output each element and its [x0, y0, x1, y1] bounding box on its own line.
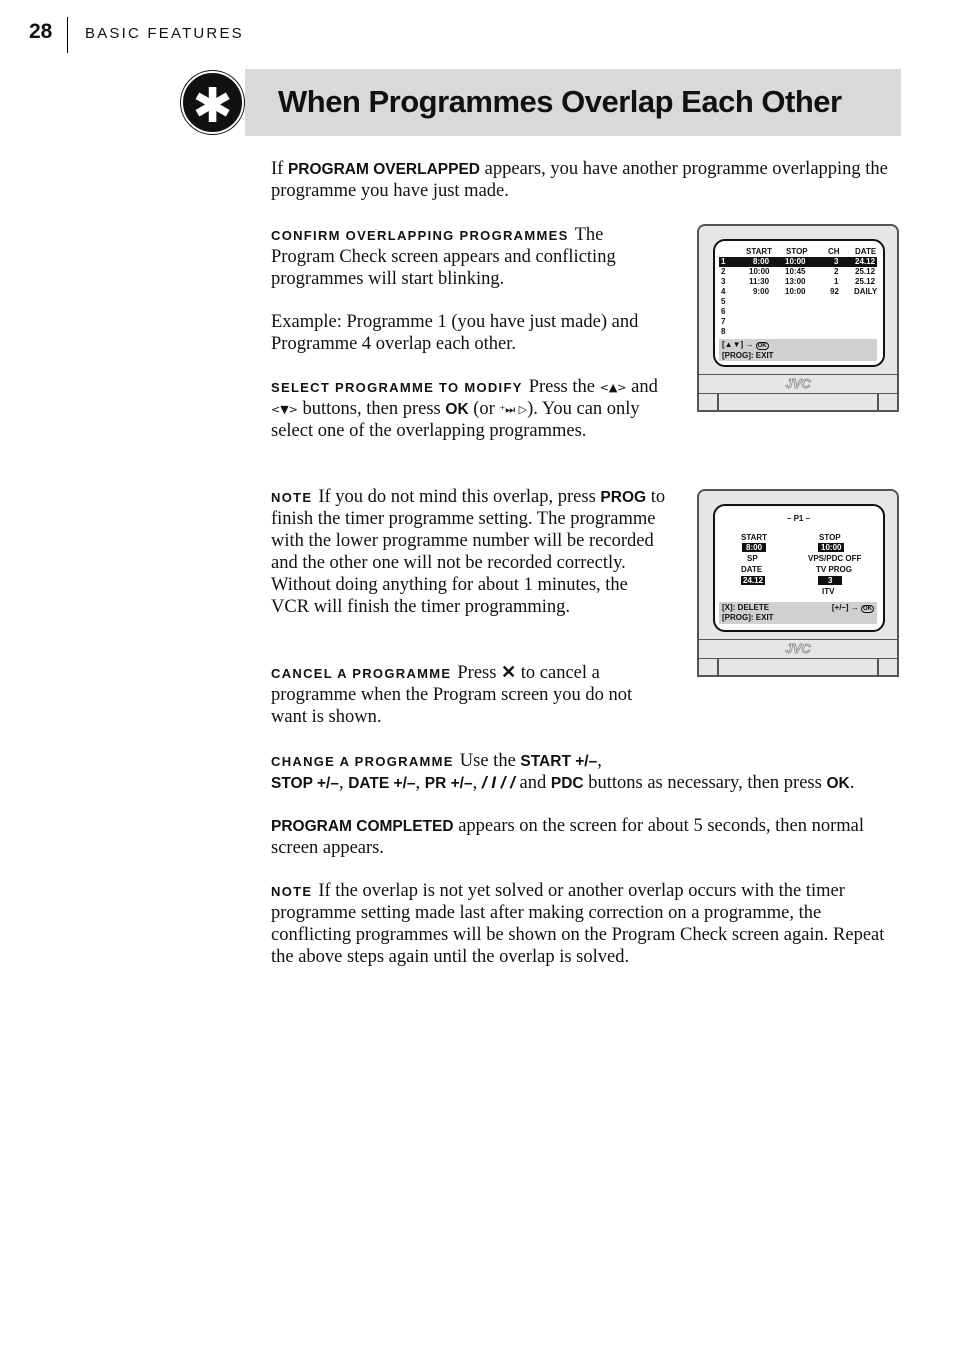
cancel-x-icon: ✕	[501, 662, 517, 682]
program-row-3: 3 11:30 13:00 1 25.12	[721, 277, 876, 286]
program-row-1: 1 8:00 10:00 3 24.12	[719, 257, 877, 267]
program-row-2: 2 10:00 10:45 2 25.12	[721, 267, 876, 276]
change-paragraph: CHANGE A PROGRAMME Use the START +/–, STOP…	[271, 751, 855, 793]
page-title: When Programmes Overlap Each Other	[278, 84, 842, 119]
up-button-icon: <▲>	[599, 381, 627, 394]
note1-paragraph: NOTE If you do not mind this overlap, pre…	[271, 487, 666, 617]
plus-skip-icon: ⁺⏭ ▷	[499, 403, 528, 416]
tv-screen: START STOP CH DATE 1 8:00 10:00 3 24.12 2 10:00 1…	[713, 239, 885, 367]
jvc-logo: JVC	[699, 639, 897, 659]
select-paragraph: SELECT PROGRAMME TO MODIFY Press the <▲> …	[271, 377, 658, 441]
intro-paragraph: If PROGRAM OVERLAPPED appears, you have …	[271, 159, 888, 201]
down-button-icon: <▼>	[271, 403, 298, 416]
asterisk-icon: ✱	[181, 71, 244, 134]
note2-paragraph: NOTE If the overlap is not yet solved or …	[271, 881, 885, 967]
cancel-paragraph: CANCEL A PROGRAMME Press ✕ to cancel a pr…	[271, 662, 633, 727]
confirm-paragraph: CONFIRM OVERLAPPING PROGRAMMES The Progra…	[271, 225, 616, 289]
program-edit-screen-illustration: – P1 – START 8:00 STOP 10:00 SP VPS/PDC …	[697, 489, 899, 677]
jvc-logo: JVC	[699, 374, 897, 394]
speed-slashes-icon: / I / /	[481, 773, 515, 792]
header-divider	[67, 17, 68, 53]
help-bar: [X]: DELETE [+/–] → OK [PROG]: EXIT	[719, 602, 877, 624]
program-check-screen-illustration: START STOP CH DATE 1 8:00 10:00 3 24.12 2 10:00 1…	[697, 224, 899, 412]
completed-paragraph: PROGRAM COMPLETED appears on the screen …	[271, 816, 865, 858]
help-bar: [▲▼] → OK [PROG]: EXIT	[719, 339, 877, 361]
tv-screen: – P1 – START 8:00 STOP 10:00 SP VPS/PDC …	[713, 504, 885, 632]
section-title: BASIC FEATURES	[85, 25, 244, 42]
example-paragraph: Example: Programme 1 (you have just made…	[271, 312, 639, 354]
program-row-4: 4 9:00 10:00 92 DAILY	[721, 287, 878, 296]
page-number: 28	[29, 20, 53, 43]
